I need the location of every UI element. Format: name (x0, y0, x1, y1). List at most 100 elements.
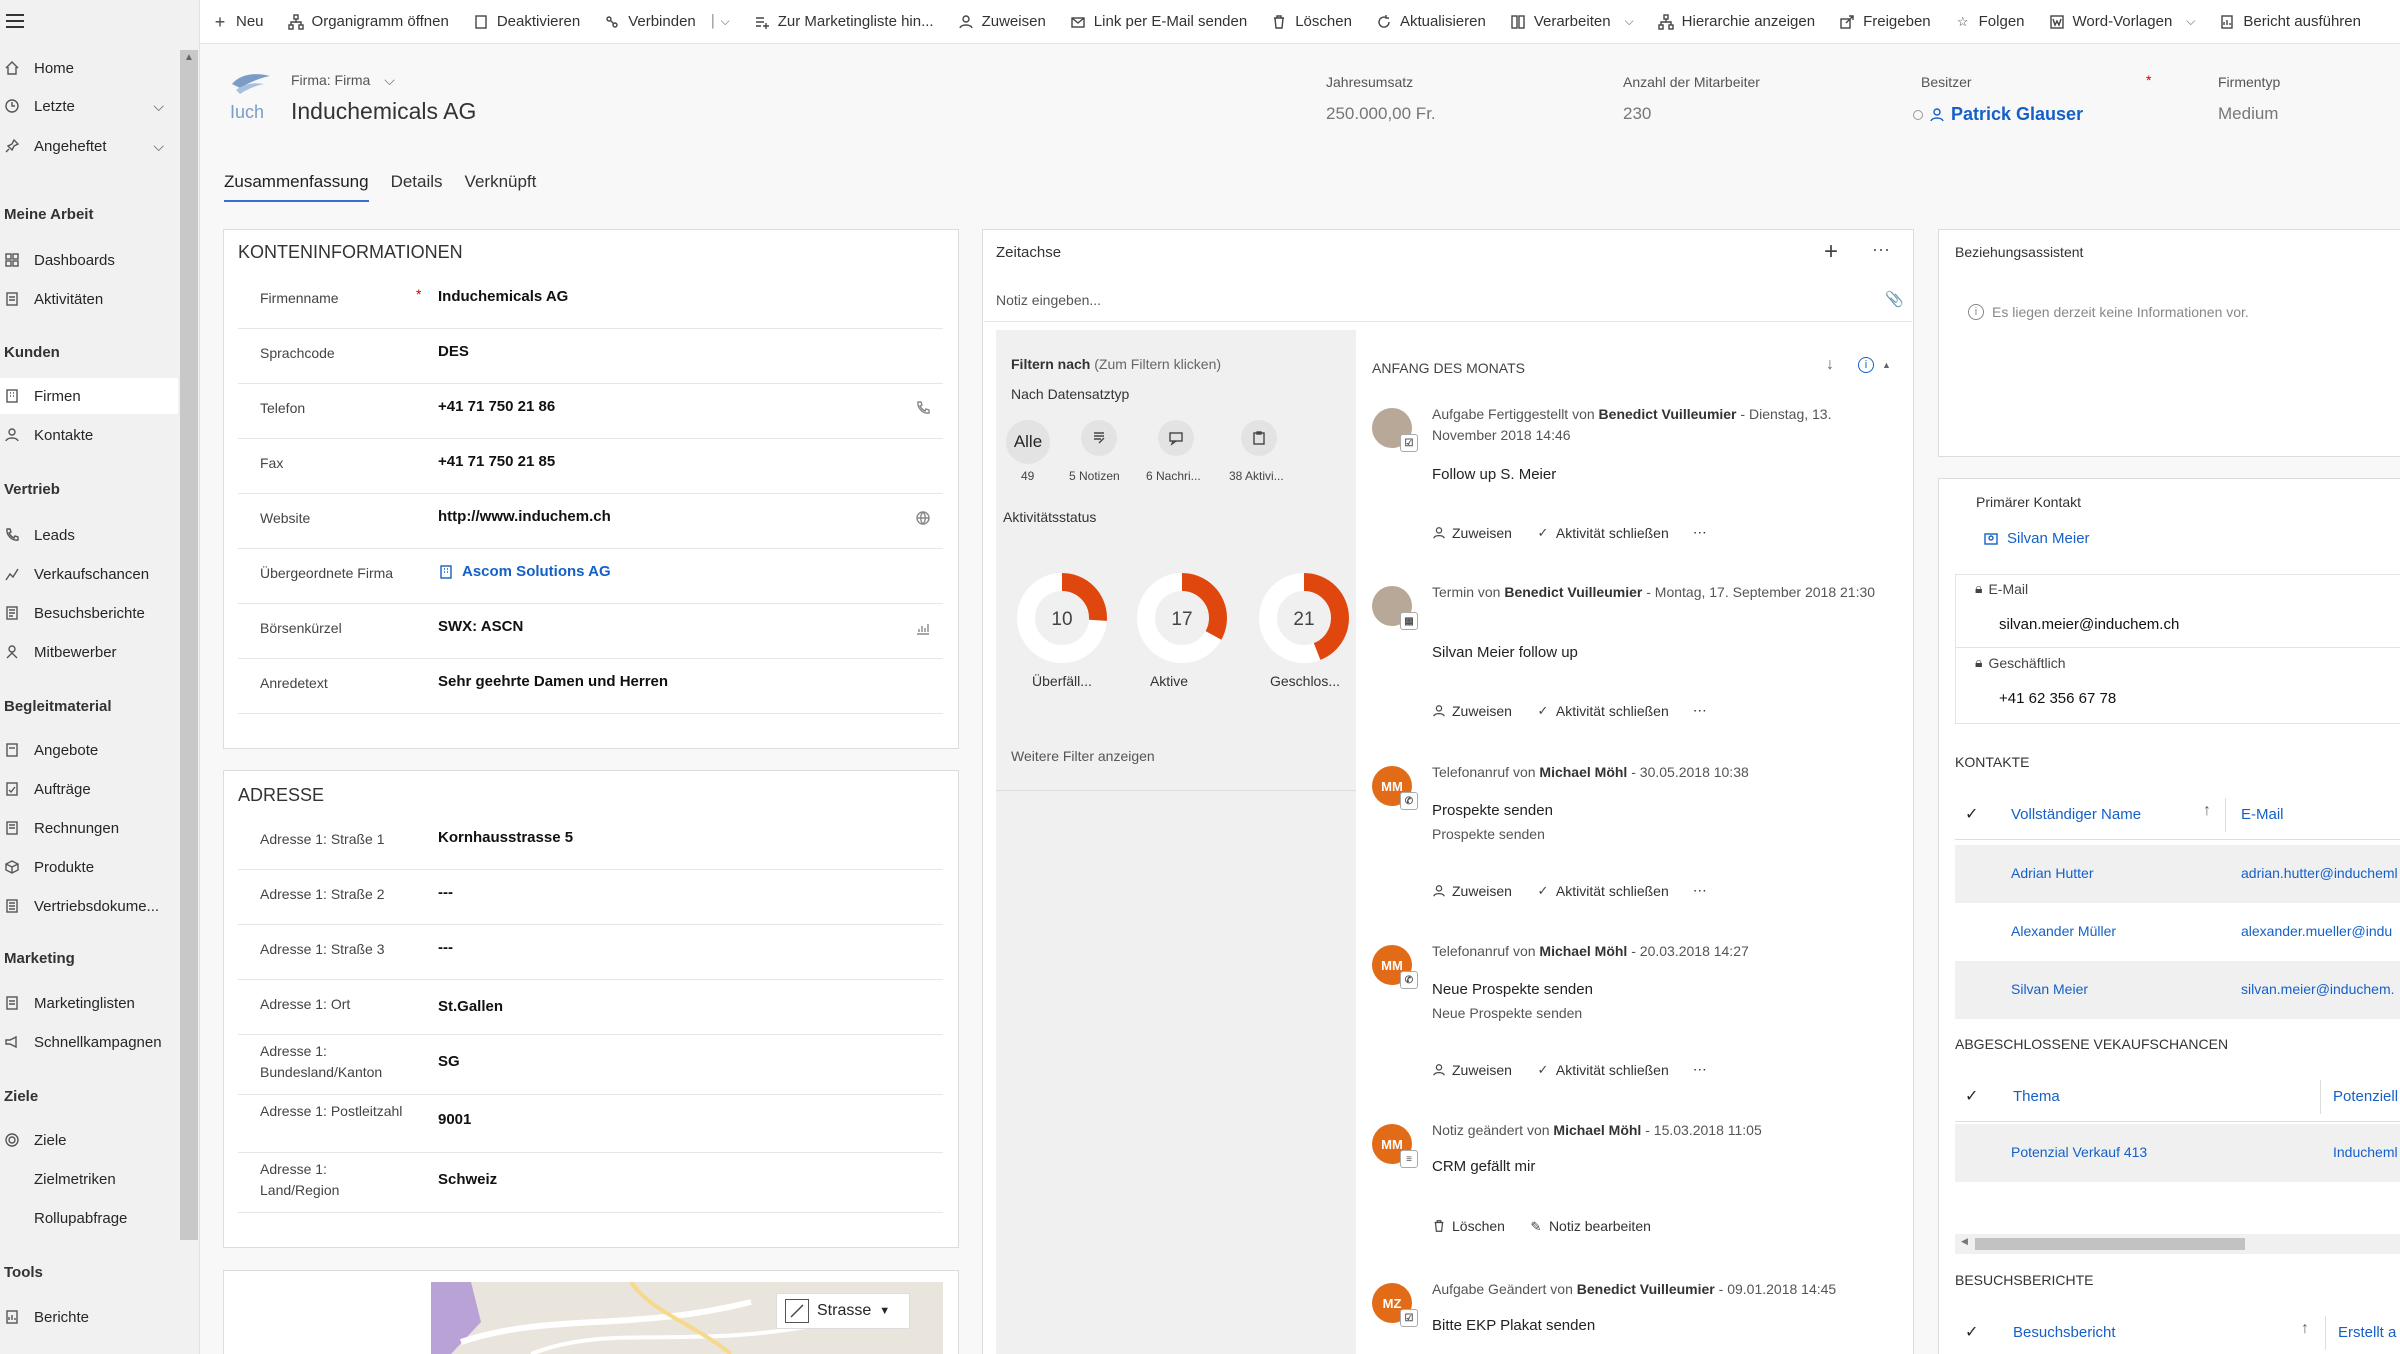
horizontal-scrollbar[interactable]: ◀ (1955, 1234, 2400, 1254)
show-hierarchy-button[interactable]: Hierarchie anzeigen (1657, 13, 1815, 30)
sidebar-item-dashboards[interactable]: Dashboards (0, 242, 178, 278)
sidebar-item-schnellkampagnen[interactable]: Schnellkampagnen (0, 1024, 178, 1060)
contact-name-link[interactable]: Silvan Meier (2011, 981, 2088, 997)
info-icon[interactable]: i (1858, 357, 1874, 373)
field-telefon[interactable]: Telefon +41 71 750 21 86 (238, 384, 943, 439)
sidebar-item-zielmetriken[interactable]: Zielmetriken (0, 1161, 178, 1197)
field-state[interactable]: Adresse 1: Bundesland/Kanton SG (238, 1035, 943, 1095)
delete-action[interactable]: Löschen (1432, 1218, 1505, 1234)
sidebar-item-marketinglisten[interactable]: Marketinglisten (0, 985, 178, 1021)
connect-button[interactable]: Verbinden │ ⌵ (604, 13, 730, 30)
field-fax[interactable]: Fax +41 71 750 21 85 (238, 439, 943, 494)
contact-phone[interactable]: +41 62 356 67 78 (1999, 690, 2116, 707)
follow-button[interactable]: ☆ Folgen (1955, 13, 2025, 30)
sidebar-item-aktivitaeten[interactable]: Aktivitäten (0, 281, 178, 317)
primary-contact-link[interactable]: Silvan Meier (2007, 530, 2090, 547)
sidebar-item-produkte[interactable]: Produkte (0, 849, 178, 885)
more-options-icon[interactable]: ⋯ (1693, 882, 1707, 899)
field-value[interactable]: +41 71 750 21 86 (438, 398, 555, 415)
orgchart-button[interactable]: Organigramm öffnen (287, 13, 449, 30)
field-value[interactable]: St.Gallen (438, 998, 503, 1015)
assign-action[interactable]: Zuweisen (1432, 525, 1512, 541)
column-header[interactable]: Erstellt a (2338, 1324, 2396, 1341)
sidebar-item-auftraege[interactable]: Aufträge (0, 771, 178, 807)
assign-action[interactable]: Zuweisen (1432, 1062, 1512, 1078)
scroll-up-arrow-icon[interactable]: ▲ (184, 52, 194, 63)
column-header[interactable]: Thema (2013, 1088, 2060, 1105)
column-header[interactable]: Vollständiger Name (2011, 806, 2141, 823)
sidebar-item-letzte[interactable]: Letzte ⌵ (0, 88, 178, 124)
table-row[interactable]: Potenzial Verkauf 413 Inducheml (1955, 1124, 2400, 1182)
add-icon[interactable]: + (1824, 238, 1838, 266)
note-input[interactable]: Notiz eingeben... 📎 (984, 280, 1912, 322)
field-boersenkuerzel[interactable]: Börsenkürzel SWX: ASCN (238, 604, 943, 659)
more-options-icon[interactable]: ⋯ (1872, 240, 1890, 261)
donut-active[interactable]: 17 (1136, 572, 1228, 664)
field-value[interactable]: Induchemicals AG (438, 288, 568, 305)
refresh-button[interactable]: Aktualisieren (1376, 13, 1486, 30)
timeline-entry[interactable]: MZ ☑ Aufgabe Geändert von Benedict Vuille… (1372, 1279, 1892, 1354)
contact-email[interactable]: silvan.meier@induchem.ch (1999, 616, 2179, 633)
column-header[interactable]: Besuchsbericht (2013, 1324, 2116, 1341)
field-sprachcode[interactable]: Sprachcode DES (238, 329, 943, 384)
sidebar-item-firmen[interactable]: Firmen (0, 378, 178, 414)
more-options-icon[interactable]: ⋯ (1693, 702, 1707, 719)
add-to-marketing-list-button[interactable]: Zur Marketingliste hin... (754, 13, 934, 30)
chevron-down-icon[interactable]: ⌵ (2186, 14, 2195, 29)
timeline-entry[interactable]: MM ✆ Telefonanruf von Michael Möhl - 30.0… (1372, 762, 1892, 912)
email-link-button[interactable]: Link per E-Mail senden (1070, 13, 1247, 30)
chevron-down-icon[interactable]: ⌵ (153, 138, 164, 155)
edit-note-action[interactable]: ✎ Notiz bearbeiten (1529, 1218, 1650, 1234)
table-row[interactable]: Adrian Hutter adrian.hutter@inducheml (1955, 845, 2400, 903)
sidebar-item-besuchsberichte[interactable]: Besuchsberichte (0, 595, 178, 631)
scrollbar-thumb[interactable] (1975, 1238, 2245, 1250)
run-report-button[interactable]: Bericht ausführen (2219, 13, 2361, 30)
owner-link[interactable]: Patrick Glauser (1951, 104, 2083, 125)
sidebar-item-kontakte[interactable]: Kontakte (0, 417, 178, 453)
tab-details[interactable]: Details (391, 172, 443, 202)
filter-activities-button[interactable] (1241, 420, 1277, 456)
scroll-up-arrow-icon[interactable]: ▲ (1882, 360, 1891, 370)
paperclip-icon[interactable]: 📎 (1885, 290, 1904, 308)
close-activity-action[interactable]: ✓ Aktivität schließen (1536, 883, 1668, 899)
field-value[interactable]: 9001 (438, 1111, 471, 1128)
word-templates-button[interactable]: Word-Vorlagen ⌵ (2049, 13, 2195, 30)
contact-name-link[interactable]: Adrian Hutter (2011, 865, 2093, 881)
close-activity-action[interactable]: ✓ Aktivität schließen (1536, 1062, 1668, 1078)
sidebar-item-vertriebsdokumente[interactable]: Vertriebsdokume... (0, 888, 178, 924)
field-value[interactable]: +41 71 750 21 85 (438, 453, 555, 470)
map-mode-selector[interactable]: Strasse ▼ (776, 1293, 910, 1329)
scroll-left-arrow-icon[interactable]: ◀ (1961, 1236, 1968, 1247)
timeline-entry[interactable]: MM ≡ Notiz geändert von Michael Möhl - 15… (1372, 1120, 1892, 1250)
timeline-entry[interactable]: ▦ Termin von Benedict Vuilleumier - Mont… (1372, 582, 1892, 732)
filter-notes-button[interactable] (1081, 420, 1117, 456)
globe-icon[interactable] (915, 510, 931, 526)
owner-lookup[interactable]: Patrick Glauser (1913, 104, 2083, 125)
field-value[interactable]: http://www.induchem.ch (438, 508, 611, 525)
delete-button[interactable]: Löschen (1271, 13, 1352, 30)
select-all-check-icon[interactable]: ✓ (1965, 804, 1978, 824)
chevron-down-icon[interactable]: ⌵ (1625, 14, 1634, 29)
field-value[interactable]: Schweiz (438, 1171, 497, 1188)
parent-account-lookup[interactable]: Ascom Solutions AG (438, 563, 611, 580)
field-street3[interactable]: Adresse 1: Straße 3 --- (238, 925, 943, 980)
table-row[interactable]: Silvan Meier silvan.meier@induchem. (1955, 961, 2400, 1019)
field-value[interactable]: --- (438, 884, 453, 901)
field-value[interactable]: Sehr geehrte Damen und Herren (438, 673, 668, 690)
sidebar-item-rechnungen[interactable]: Rechnungen (0, 810, 178, 846)
assign-button[interactable]: Zuweisen (958, 13, 1046, 30)
field-firmenname[interactable]: Firmenname * Induchemicals AG (238, 274, 943, 329)
sidebar-item-angebote[interactable]: Angebote (0, 732, 178, 768)
sort-arrow-up-icon[interactable]: ↑ (2203, 802, 2211, 820)
sidebar-item-rollupabfrage[interactable]: Rollupabfrage (0, 1200, 178, 1236)
field-anredetext[interactable]: Anredetext Sehr geehrte Damen und Herren (238, 659, 943, 714)
filter-posts-button[interactable] (1158, 420, 1194, 456)
column-header[interactable]: Potenziell (2333, 1088, 2398, 1105)
timeline-entry[interactable]: MM ✆ Telefonanruf von Michael Möhl - 20.0… (1372, 941, 1892, 1091)
timeline-entry[interactable]: ☑ Aufgabe Fertiggestellt von Benedict Vu… (1372, 404, 1892, 554)
sidebar-item-home[interactable]: Home (0, 50, 178, 86)
select-all-check-icon[interactable]: ✓ (1965, 1322, 1978, 1342)
chevron-down-icon[interactable]: │ ⌵ (710, 14, 730, 29)
contact-email-link[interactable]: alexander.mueller@indu (2241, 923, 2392, 939)
parent-account-link[interactable]: Ascom Solutions AG (462, 563, 611, 580)
